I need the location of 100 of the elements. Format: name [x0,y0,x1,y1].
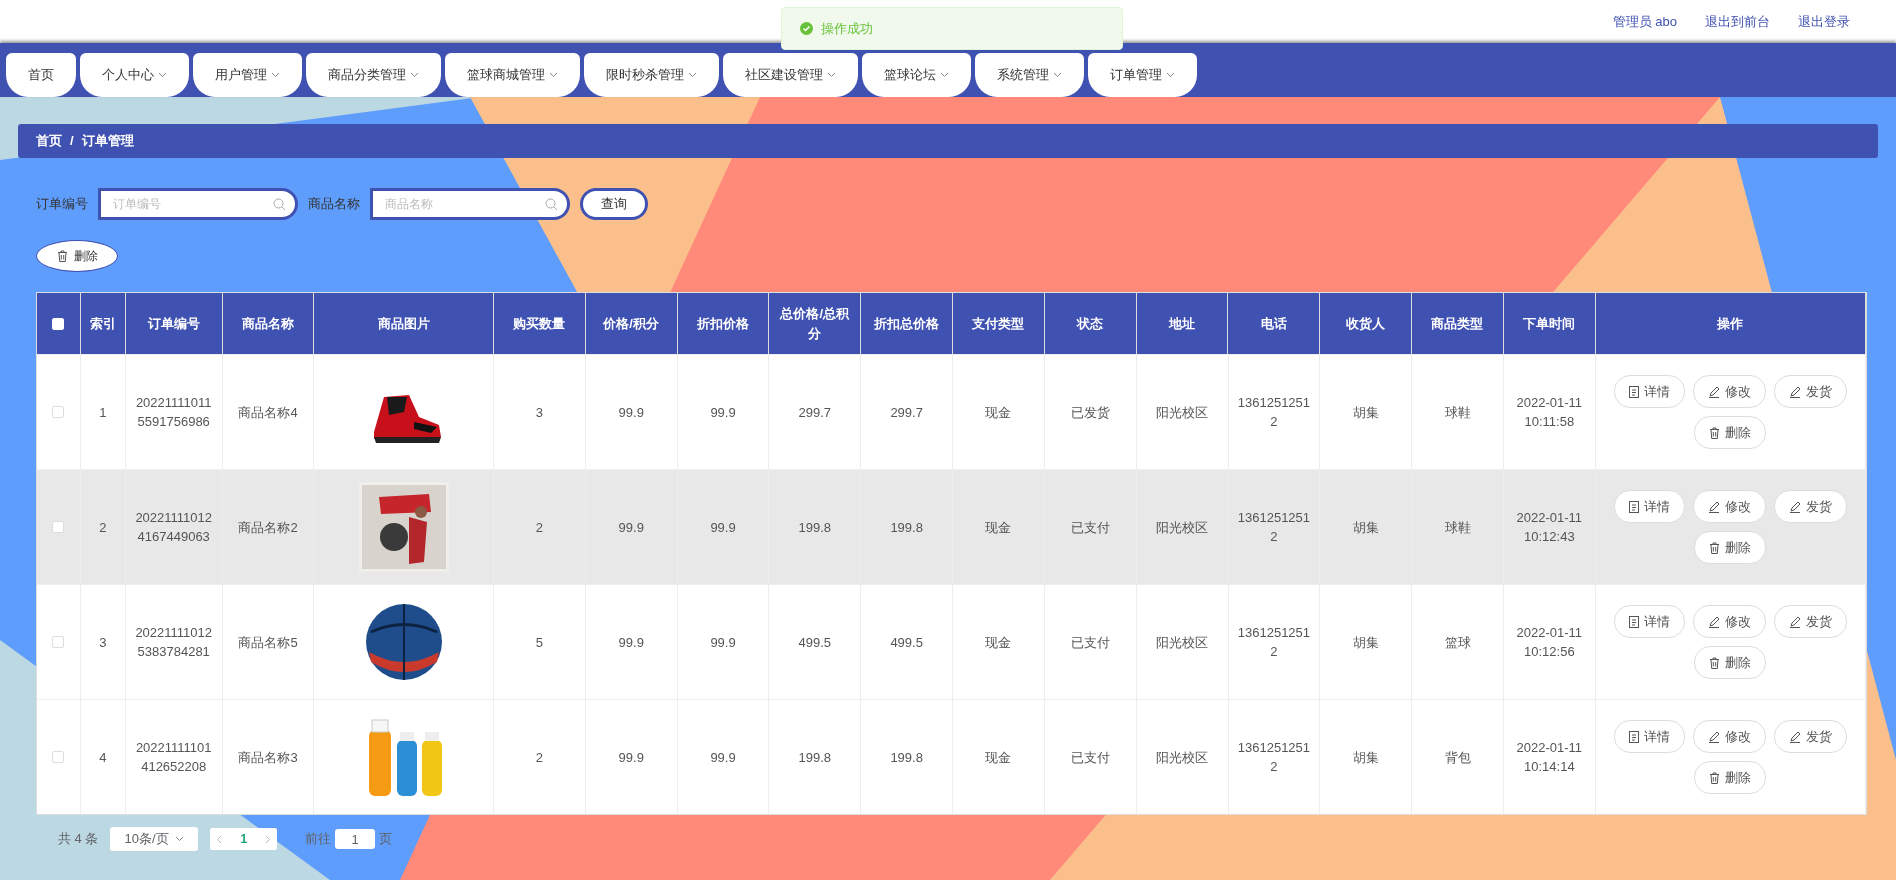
table-cell-text: 13612512512 [1236,624,1312,661]
search-field[interactable]: 订单编号 [98,188,298,220]
search-icon [273,198,286,211]
action-button[interactable]: 修改 [1692,720,1766,753]
table-cell-text: 99.9 [618,633,644,652]
table-cell-text: 13612512512 [1236,739,1312,776]
nav-tab[interactable]: 限时秒杀管理 [584,53,719,97]
column-header: 状态 [1077,314,1104,333]
nav-tab[interactable]: 篮球论坛 [862,53,971,97]
row-checkbox[interactable] [52,406,65,418]
action-button[interactable]: 删除 [1694,531,1767,564]
nav-tab[interactable]: 篮球商城管理 [445,53,580,97]
table-cell-text: 20221111101412652208 [134,739,213,776]
header-link[interactable]: 退出登录 [1798,11,1850,32]
table-cell-text: 现金 [985,403,1012,422]
action-button[interactable]: 删除 [1694,416,1767,449]
table-cell-text: 2 [535,518,543,537]
table-cell-text: 99.9 [710,633,736,652]
table-cell-text: 商品名称5 [238,633,298,652]
table-cell-text: 胡集 [1352,633,1379,652]
table-cell-text: 2022-01-11 10:14:14 [1515,739,1584,776]
action-button[interactable]: 发货 [1773,720,1847,753]
table-cell-text: 99.9 [710,518,736,537]
pencil-icon [1707,385,1720,398]
row-checkbox[interactable] [52,636,65,648]
chevron-down-icon [175,836,185,842]
header-link[interactable]: 退出到前台 [1705,11,1770,32]
field-label: 订单编号 [36,195,88,214]
table-cell-text: 阳光校区 [1156,748,1209,767]
table-cell-text: 202211110125383784281 [134,624,214,661]
breadcrumb-item[interactable]: 首页 [36,131,62,151]
nav-tab[interactable]: 个人中心 [80,53,189,97]
action-button[interactable]: 发货 [1773,605,1847,638]
trash-icon [1709,771,1721,784]
search-field[interactable]: 商品名称 [370,188,570,220]
row-checkbox[interactable] [52,751,65,763]
column-header: 地址 [1168,314,1195,333]
action-button[interactable]: 详情 [1613,605,1685,638]
pencil-icon [1788,500,1801,513]
table-cell-text: 2 [99,518,107,537]
table-cell-text: 胡集 [1352,748,1379,767]
table-cell-text: 现金 [985,518,1012,537]
table-cell-text: 已支付 [1070,518,1110,537]
goto-suffix: 页 [379,830,393,849]
action-button[interactable]: 详情 [1613,490,1685,523]
action-button[interactable]: 详情 [1613,375,1685,408]
nav-tab[interactable]: 商品分类管理 [306,53,441,97]
trash-icon [56,250,68,262]
column-header: 电话 [1260,314,1287,333]
action-button[interactable]: 修改 [1692,490,1766,523]
header-link[interactable]: 管理员 abo [1612,11,1677,32]
table-cell-text: 5 [535,633,543,652]
row-checkbox[interactable] [52,521,65,533]
column-header: 商品名称 [242,314,294,333]
pencil-icon [1788,615,1801,628]
table-cell-text: 现金 [985,633,1012,652]
table-cell-text: 99.9 [710,748,736,767]
page-input[interactable]: 1 [335,829,376,849]
nav-tab[interactable]: 首页 [6,53,76,97]
column-header: 购买数量 [513,314,566,333]
column-header: 商品类型 [1431,314,1484,333]
pencil-icon [1707,500,1720,513]
table-cell-text: 99.9 [710,403,736,422]
nav-tab[interactable]: 订单管理 [1088,53,1197,97]
column-header: 收货人 [1346,314,1386,333]
chevron-left-icon[interactable] [216,834,223,844]
table-cell-text: 199.8 [890,748,923,767]
pencil-icon [1788,385,1801,398]
table-cell-text: 499.5 [798,633,832,652]
action-button[interactable]: 发货 [1773,490,1847,523]
total-count: 共 4 条 [58,830,99,849]
nav-tab[interactable]: 系统管理 [975,53,1084,97]
action-button[interactable]: 详情 [1613,720,1685,753]
table-cell-text: 现金 [985,748,1012,767]
column-header: 折扣总价格 [874,314,940,333]
action-button[interactable]: 修改 [1692,375,1766,408]
table-cell-text: 299.7 [798,403,832,422]
chevron-right-icon[interactable] [265,834,272,844]
action-button[interactable]: 修改 [1692,605,1766,638]
query-button[interactable]: 查询 [580,188,648,220]
table-cell-text: 3 [99,633,107,652]
nav-tab[interactable]: 社区建设管理 [723,53,858,97]
document-icon [1628,730,1639,743]
action-button[interactable]: 发货 [1773,375,1847,408]
search-icon [545,198,558,211]
trash-icon [1709,656,1721,669]
action-button[interactable]: 删除 [1694,761,1767,794]
page-size-select[interactable]: 10条/页 [110,827,199,851]
table-cell-text: 4 [99,748,107,767]
nav-tab[interactable]: 用户管理 [193,53,302,97]
table-cell-text: 2 [535,748,543,767]
column-header: 折扣价格 [696,314,749,333]
header-checkbox[interactable] [52,317,65,330]
document-icon [1628,385,1639,398]
table-cell-text: 已发货 [1070,403,1110,422]
table-cell-text: 3 [535,403,543,422]
table-cell-text: 球鞋 [1444,403,1471,422]
pencil-icon [1788,730,1801,743]
action-button[interactable]: 删除 [1694,646,1767,679]
column-header: 价格/积分 [603,314,659,333]
